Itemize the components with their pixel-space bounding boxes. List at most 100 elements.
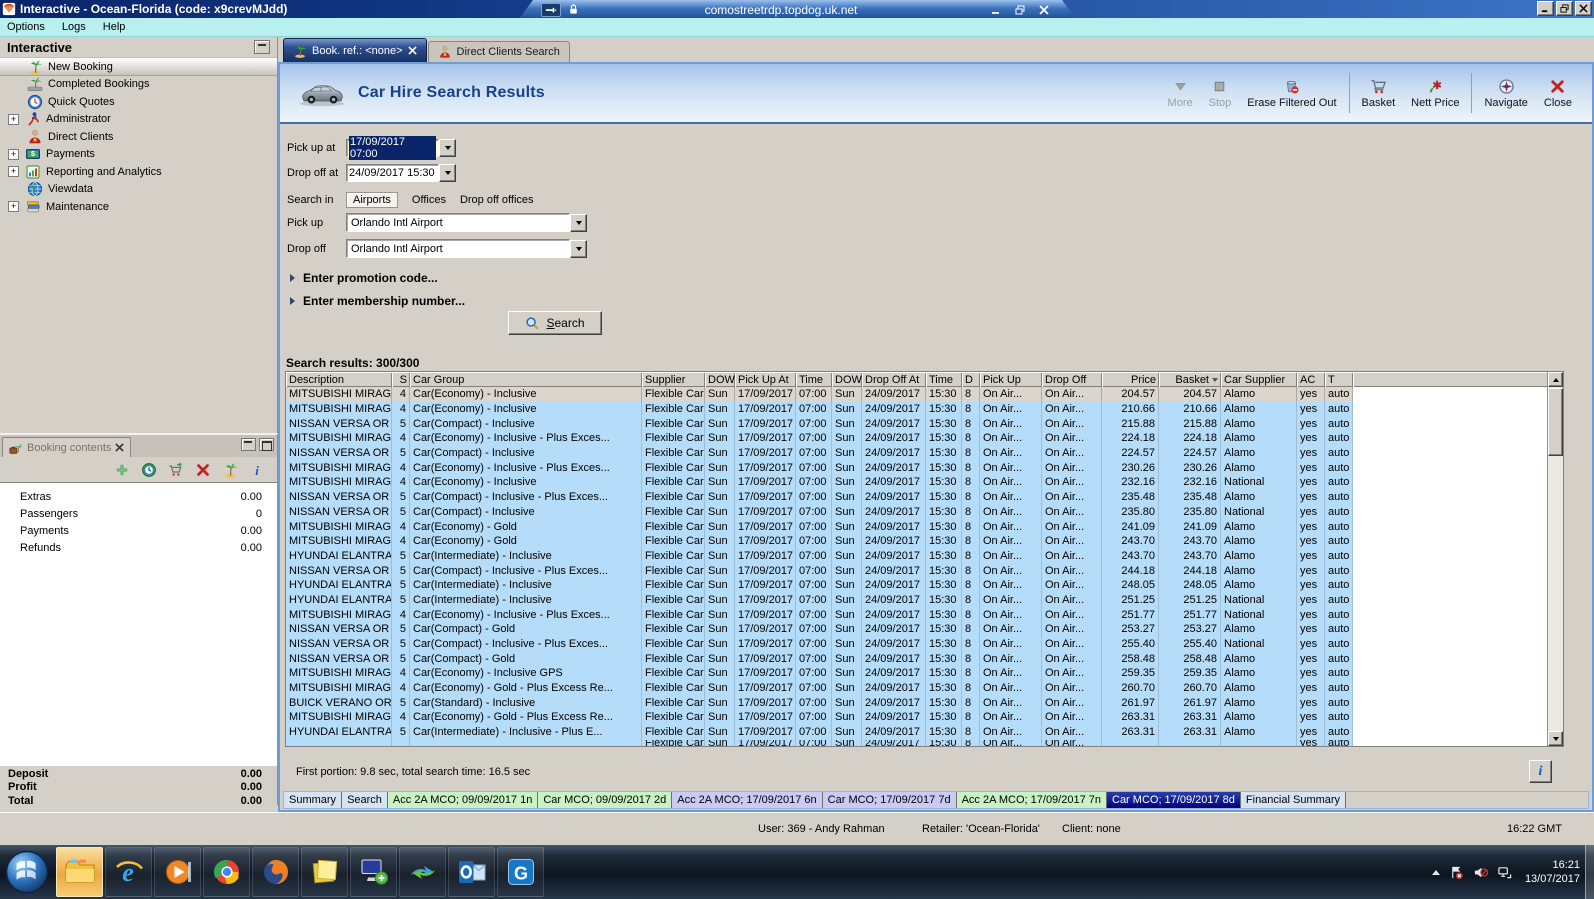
tab-close-icon[interactable] [407,46,417,55]
dropoff-dropdown-button[interactable] [570,239,587,258]
taskbar-icon-explorer[interactable] [56,847,103,897]
sidebar-item-reporting-and-analytics[interactable]: + Reporting and Analytics [0,163,277,181]
column-header-s[interactable]: S [392,372,410,387]
sidebar-item-maintenance[interactable]: + Maintenance [0,198,277,216]
result-row[interactable]: MITSUBISHI MIRAGE...4Car(Economy) - Incl… [286,387,1548,402]
volume-muted-icon[interactable] [1473,865,1488,880]
vertical-scrollbar[interactable] [1547,372,1563,746]
membership-number-toggle[interactable]: Enter membership number... [290,291,465,310]
rdp-restore-button[interactable] [1010,2,1030,17]
taskbar-icon-outlook[interactable] [448,847,495,897]
erase-filtered-out-button[interactable]: Erase Filtered Out [1239,75,1344,112]
tray-clock[interactable]: 16:21 13/07/2017 [1525,858,1580,886]
expand-plus-icon[interactable]: + [8,166,19,178]
tab-book-ref-none[interactable]: Book. ref.: <none> [283,38,427,62]
close-button[interactable] [1575,1,1592,16]
itinerary-tab-acc-2a-mco-17-09-2017-6n[interactable]: Acc 2A MCO; 17/09/2017 6n [672,792,823,808]
start-button[interactable] [3,848,51,896]
scroll-down-button[interactable] [1548,731,1563,746]
result-row[interactable]: MITSUBISHI MIRAGE...4Car(Economy) - Gold… [286,533,1548,549]
sidebar-item-administrator[interactable]: + Administrator [0,111,277,129]
panel-maximize-button[interactable] [259,438,274,451]
result-row-partial[interactable]: Flexible Car...Sun17/09/201707:00Sun24/0… [286,739,1548,746]
itinerary-tab-acc-2a-mco-17-09-2017-7n[interactable]: Acc 2A MCO; 17/09/2017 7n [956,792,1107,808]
close-button[interactable]: Close [1536,75,1580,112]
taskbar-icon-media-player[interactable] [154,847,201,897]
result-row[interactable]: MITSUBISHI MIRAGE...4Car(Economy) - Incl… [286,666,1548,681]
scroll-up-button[interactable] [1548,372,1563,387]
taskbar-icon-g-app[interactable]: G [497,847,544,897]
column-header-pick_up[interactable]: Pick Up [980,372,1042,387]
result-row[interactable]: HYUNDAI ELANTRA ...5Car(Intermediate) - … [286,548,1548,564]
red-x-icon[interactable] [195,462,211,478]
expand-plus-icon[interactable]: + [8,113,19,125]
restore-button[interactable] [1556,1,1573,16]
column-header-filler[interactable] [1353,372,1548,387]
expand-plus-icon[interactable]: + [8,148,19,160]
column-header-car_supplier[interactable]: Car Supplier [1221,372,1297,387]
itinerary-tab-acc-2a-mco-09-09-2017-1n[interactable]: Acc 2A MCO; 09/09/2017 1n [387,792,539,808]
itinerary-tab-car-mco-17-09-2017-7d[interactable]: Car MCO; 17/09/2017 7d [822,792,957,808]
dropoff-at-dropdown-button[interactable] [439,163,456,182]
info-icon[interactable]: i [249,462,265,478]
basket-button[interactable]: Basket [1354,75,1404,112]
column-header-dow[interactable]: DOW [705,372,735,387]
dropoff-combobox[interactable]: Orlando Intl Airport [346,239,570,258]
promotion-code-toggle[interactable]: Enter promotion code... [290,268,438,287]
result-row[interactable]: BUICK VERANO OR S...5Car(Standard) - Inc… [286,695,1548,711]
expand-plus-icon[interactable]: + [8,201,19,213]
menu-options[interactable]: Options [0,21,55,33]
column-header-time[interactable]: Time [796,372,832,387]
pickup-dropdown-button[interactable] [570,213,587,232]
pickup-at-input[interactable]: 17/09/2017 07:00 [346,135,439,160]
column-header-d[interactable]: D [962,372,980,387]
taskbar-icon-internet-explorer[interactable]: e [105,847,152,897]
result-row[interactable]: NISSAN VERSA OR S...5Car(Compact) - Incl… [286,636,1548,652]
collapse-panel-button[interactable] [254,40,270,54]
taskbar-icon-firefox[interactable] [252,847,299,897]
tab-close-icon[interactable] [115,443,125,452]
result-row[interactable]: MITSUBISHI MIRAGE...4Car(Economy) - Incl… [286,607,1548,622]
column-header-time2[interactable]: Time [926,372,962,387]
result-row[interactable]: NISSAN VERSA OR S...5Car(Compact) - Incl… [286,489,1548,505]
plus-icon[interactable] [114,462,130,478]
result-row[interactable]: MITSUBISHI MIRAGE...4Car(Economy) - Gold… [286,710,1548,725]
result-row[interactable]: NISSAN VERSA OR S...5Car(Compact) - Incl… [286,416,1548,432]
search-in-drop-off-offices[interactable]: Drop off offices [460,194,534,206]
sidebar-item-completed-bookings[interactable]: Completed Bookings [0,76,277,94]
pickup-combobox[interactable]: Orlando Intl Airport [346,213,570,232]
menu-logs[interactable]: Logs [55,21,96,33]
taskbar-icon-remote-desktop[interactable] [350,847,397,897]
column-header-pick_up_at[interactable]: Pick Up At [735,372,796,387]
column-header-description[interactable]: Description [286,372,392,387]
column-header-t[interactable]: T [1325,372,1353,387]
column-header-basket[interactable]: Basket [1159,372,1221,387]
dropoff-at-input[interactable]: 24/09/2017 15:30 [346,163,439,182]
rdp-close-button[interactable] [1034,2,1054,17]
tray-expand-icon[interactable] [1431,869,1440,875]
result-row[interactable]: MITSUBISHI MIRAGE...4Car(Economy) - Incl… [286,460,1548,476]
sidebar-item-payments[interactable]: + $ Payments [0,146,277,164]
result-row[interactable]: NISSAN VERSA OR S...5Car(Compact) - Gold… [286,651,1548,667]
sidebar-item-new-booking[interactable]: New Booking [0,58,277,76]
rdp-minimize-button[interactable] [986,2,1006,17]
result-row[interactable]: MITSUBISHI MIRAGE...4Car(Economy) - Incl… [286,431,1548,446]
result-row[interactable]: MITSUBISHI MIRAGE...4Car(Economy) - Gold… [286,519,1548,534]
column-header-drop_off[interactable]: Drop Off [1042,372,1102,387]
search-in-offices[interactable]: Offices [412,194,446,206]
info-button[interactable]: i [1529,760,1552,783]
itinerary-tab-financial-summary[interactable]: Financial Summary [1240,792,1347,808]
result-row[interactable]: NISSAN VERSA OR S...5Car(Compact) - Gold… [286,622,1548,637]
result-row[interactable]: HYUNDAI ELANTRA ...5Car(Intermediate) - … [286,724,1548,740]
sidebar-item-viewdata[interactable]: Viewdata [0,181,277,199]
globe-clock-icon[interactable] [141,462,157,478]
scrollbar-thumb[interactable] [1548,388,1563,456]
pickup-at-dropdown-button[interactable] [439,138,456,157]
result-row[interactable]: NISSAN VERSA OR S...5Car(Compact) - Incl… [286,504,1548,520]
itinerary-tab-summary[interactable]: Summary [284,792,343,808]
column-header-supplier[interactable]: Supplier [642,372,705,387]
result-row[interactable]: HYUNDAI ELANTRA ...5Car(Intermediate) - … [286,592,1548,608]
cart-arrow-icon[interactable] [168,462,184,478]
search-button[interactable]: Search [508,311,602,335]
pin-icon[interactable] [541,3,561,17]
